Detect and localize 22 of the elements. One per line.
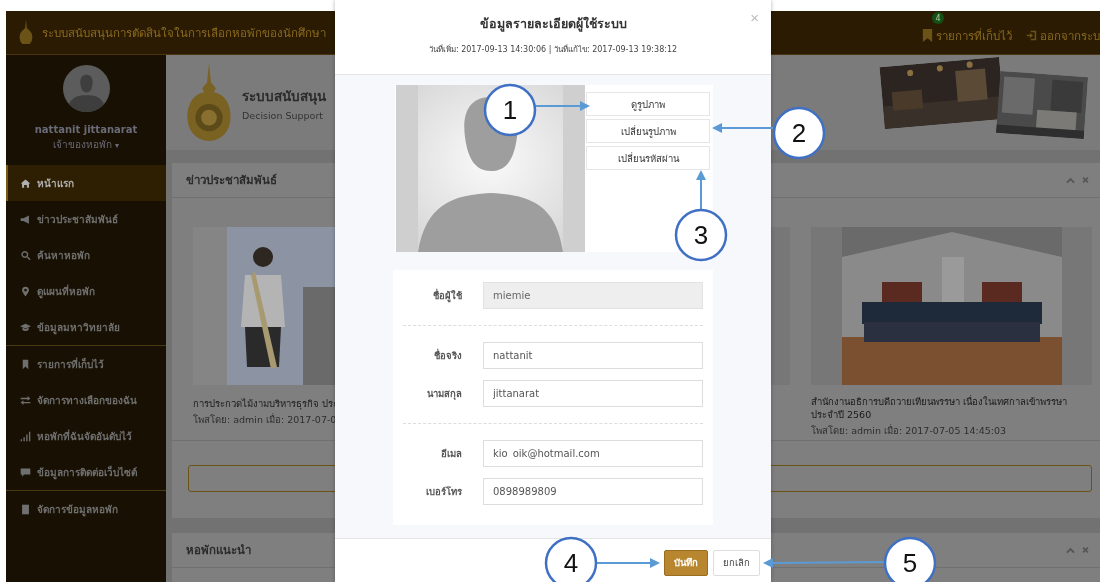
callout-badge: 2 [772,106,826,160]
news-meta: โพสโดย: admin เมื่อ: 2017-07-0 [193,412,335,427]
panel-title: ข่าวประชาสัมพันธ์ [186,172,277,189]
field-label: เบอร์โทร [425,485,462,499]
callout-badge: 5 [883,536,937,582]
dialog-subtitle: วันที่เพิ่ม: 2017-09-13 14:30:06 | วันที่แก้ไข: 2017-09-13 19:38:12 [428,43,678,56]
panel-title: หอพักแนะนำ [186,542,251,559]
callout-badge: 1 [483,83,537,137]
caret-icon: ▾ [115,141,120,150]
system-subtitle: Decision Support [242,109,325,121]
count-badge: 4 [932,12,944,24]
dialog-title: ข้อมูลรายละเอียดผู้ใช้ระบบ [479,15,627,34]
user-name: nattanit jittanarat [34,124,138,135]
news-meta: โพสโดย: admin เมื่อ: 2017-07-05 14:45:03 [811,423,1008,438]
callout-badge: 3 [674,208,728,262]
field-label: ชื่อผู้ใช้ [432,288,462,303]
field-label: อีเมล [440,447,462,461]
callout-badge: 4 [544,536,598,582]
system-title: ระบบสนับสนุน [242,86,327,107]
field-label: นามสกุล [426,387,462,401]
site-title: ระบบสนับสนุนการตัดสินใจในการเลือกหอพักของนักศึกษา [42,24,326,42]
field-label: ชื่อจริง [433,348,462,363]
